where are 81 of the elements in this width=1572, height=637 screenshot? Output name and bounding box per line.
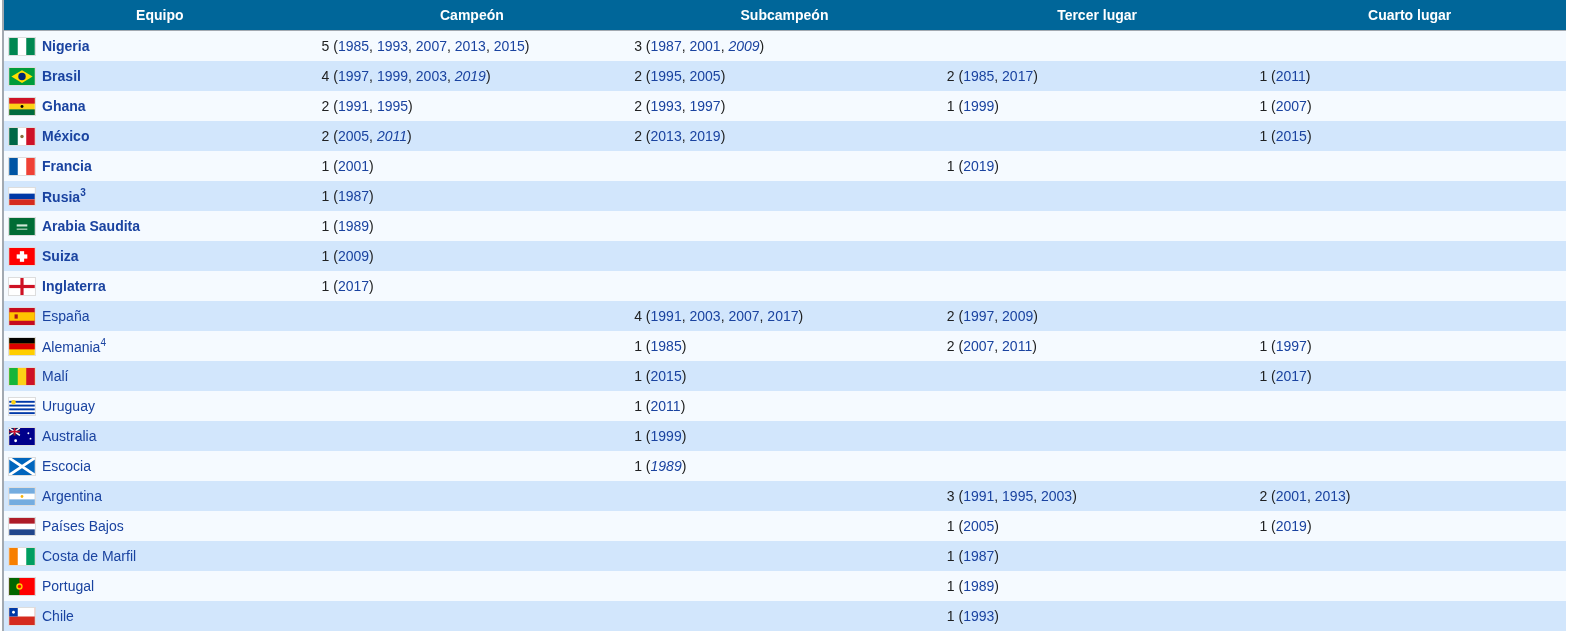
table-cell: 2 (2013, 2019) — [628, 121, 941, 151]
table-cell: 1 (2019) — [1253, 511, 1566, 541]
table-cell: 1 (1999) — [940, 91, 1254, 121]
flag-icon — [8, 456, 36, 476]
team-link[interactable]: Suiza — [42, 248, 79, 264]
table-cell: 4 (1991, 2003, 2007, 2017) — [628, 301, 941, 331]
flag-icon — [8, 396, 36, 416]
table-cell: 1 (2011) — [1253, 61, 1566, 91]
table-cell: 4 (1997, 1999, 2003, 2019) — [315, 61, 629, 91]
flag-icon — [8, 336, 36, 356]
table-cell: 1 (2011) — [628, 391, 941, 421]
table-cell: 2 (1993, 1997) — [628, 91, 941, 121]
table-cell: 5 (1985, 1993, 2007, 2013, 2015) — [315, 30, 629, 61]
flag-icon — [8, 276, 36, 296]
table-cell: 1 (1987) — [315, 181, 629, 211]
team-link[interactable]: Costa de Marfil — [42, 548, 137, 564]
team-link[interactable]: Inglaterra — [42, 278, 106, 294]
flag-icon — [8, 306, 36, 326]
table-cell: 1 (1985) — [628, 331, 941, 361]
table-cell: 1 (1987) — [940, 541, 1254, 571]
team-link[interactable]: España — [42, 308, 90, 324]
flag-icon — [8, 486, 36, 506]
team-link[interactable]: Australia — [42, 428, 97, 444]
table-cell: 2 (2007, 2011) — [940, 331, 1254, 361]
team-link[interactable]: Ghana — [42, 98, 86, 114]
table-cell: 2 (1991, 1995) — [315, 91, 629, 121]
flag-icon — [8, 126, 36, 146]
team-link[interactable]: Alemania$^{4}$ — [42, 337, 106, 355]
team-link[interactable]: Malí — [42, 368, 69, 384]
table-cell: 2 (2001, 2013) — [1253, 481, 1566, 511]
table-cell: 1 (2009) — [315, 241, 629, 271]
table-cell: 1 (2017) — [1253, 361, 1566, 391]
table-cell: 1 (1989) — [940, 571, 1254, 601]
table-cell: 2 (1995, 2005) — [628, 61, 941, 91]
flag-icon — [8, 366, 36, 386]
table-cell: 1 (1997) — [1253, 331, 1566, 361]
table-cell: 1 (2019) — [940, 151, 1254, 181]
team-link[interactable]: Chile — [42, 608, 74, 624]
column-header: Campeón — [315, 0, 629, 31]
team-link[interactable]: Uruguay — [42, 398, 95, 414]
team-link[interactable]: Arabia Saudita — [42, 218, 141, 234]
table-cell: 1 (1989) — [315, 211, 629, 241]
table-cell: 3 (1991, 1995, 2003) — [940, 481, 1254, 511]
table-cell: 1 (2007) — [1253, 91, 1566, 121]
team-link[interactable]: México — [42, 128, 90, 144]
team-link[interactable]: Nigeria — [42, 38, 90, 54]
team-link[interactable]: Escocia — [42, 458, 92, 474]
column-header: Equipo — [3, 0, 316, 31]
flag-icon — [8, 576, 36, 596]
flag-icon — [8, 426, 36, 446]
flag-icon — [8, 516, 36, 536]
table-cell: 2 (2005, 2011) — [315, 121, 629, 151]
team-link[interactable]: Brasil — [42, 68, 81, 84]
team-link[interactable]: Portugal — [42, 578, 95, 594]
flag-icon — [8, 186, 36, 206]
column-header: Cuarto lugar — [1253, 0, 1566, 31]
table-cell: 2 (1985, 2017) — [940, 61, 1254, 91]
team-link[interactable]: Países Bajos — [42, 518, 124, 534]
table-cell: 1 (2015) — [628, 361, 941, 391]
table-cell: 1 (1993) — [940, 601, 1254, 631]
flag-icon — [8, 246, 36, 266]
flag-icon — [8, 96, 36, 116]
table-cell: 1 (1989) — [628, 451, 941, 481]
column-header: Tercer lugar — [940, 0, 1254, 31]
flag-icon — [8, 36, 36, 56]
column-header: Subcampeón — [628, 0, 941, 31]
flag-icon — [8, 216, 36, 236]
table-cell: 2 (1997, 2009) — [940, 301, 1254, 331]
table-cell: 1 (2017) — [315, 271, 629, 301]
flag-icon — [8, 546, 36, 566]
flag-icon — [8, 606, 36, 626]
table-cell: 1 (2001) — [315, 151, 629, 181]
team-link[interactable]: Rusia$^{3}$ — [42, 187, 86, 205]
table-cell: 1 (2015) — [1253, 121, 1566, 151]
team-link[interactable]: Argentina — [42, 488, 102, 504]
flag-icon — [8, 156, 36, 176]
team-link[interactable]: Francia — [42, 158, 92, 174]
flag-icon — [8, 66, 36, 86]
table-cell: 3 (1987, 2001, 2009) — [628, 30, 941, 61]
table-cell: 1 (1999) — [628, 421, 941, 451]
table-cell: 1 (2005) — [940, 511, 1254, 541]
